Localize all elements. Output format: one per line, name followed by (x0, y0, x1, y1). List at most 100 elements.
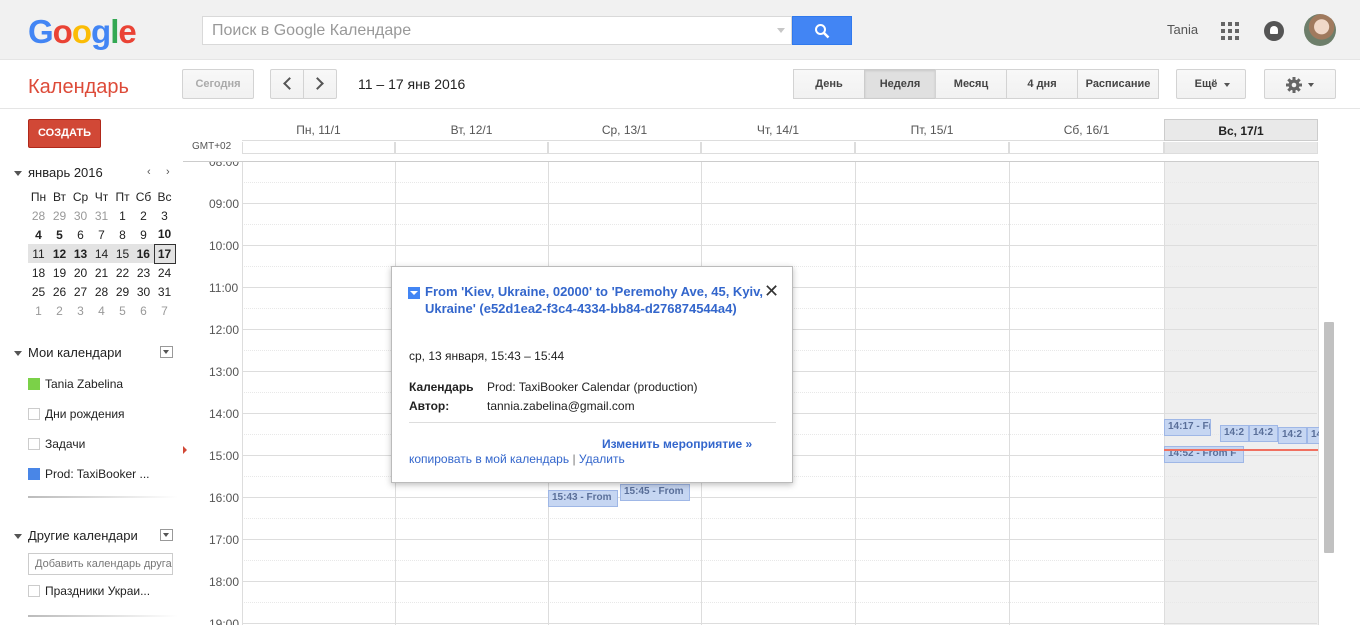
more-button[interactable]: Ещё (1176, 69, 1246, 99)
day-header[interactable]: Ср, 13/1 (548, 119, 701, 141)
mini-calendar-header[interactable]: январь 2016 (14, 165, 179, 180)
avatar[interactable] (1304, 14, 1336, 46)
mini-calendar-day[interactable]: 13 (70, 244, 91, 263)
calendar-color-swatch[interactable] (28, 468, 40, 480)
mini-calendar-day[interactable]: 11 (28, 244, 49, 263)
mini-calendar-day[interactable]: 30 (133, 282, 154, 301)
all-day-cell[interactable] (395, 142, 548, 154)
view-1-button[interactable]: Неделя (864, 69, 936, 99)
mini-calendar-day[interactable]: 6 (133, 301, 154, 320)
mini-calendar-day[interactable]: 9 (133, 225, 154, 244)
add-friend-calendar-input[interactable] (28, 553, 173, 575)
mini-calendar-day[interactable]: 8 (112, 225, 133, 244)
mini-next-month-icon[interactable]: › (166, 166, 170, 178)
other-calendars-header[interactable]: Другие календари (14, 528, 138, 543)
mini-calendar-day[interactable]: 24 (154, 263, 175, 282)
mini-calendar-day[interactable]: 7 (154, 301, 175, 320)
calendar-event[interactable]: 14:2 (1220, 425, 1249, 442)
mini-calendar-day[interactable]: 30 (70, 206, 91, 225)
mini-calendar-day[interactable]: 5 (49, 225, 70, 244)
all-day-cell[interactable] (548, 142, 701, 154)
mini-calendar-day[interactable]: 2 (133, 206, 154, 225)
mini-calendar-day[interactable]: 1 (28, 301, 49, 320)
mini-calendar-day[interactable]: 28 (28, 206, 49, 225)
calendar-item[interactable]: Tania Zabelina (28, 377, 178, 391)
event-title-link[interactable]: From 'Kiev, Ukraine, 02000' to 'Peremohy… (425, 284, 770, 317)
mini-calendar-day[interactable]: 31 (91, 206, 112, 225)
calendar-color-swatch[interactable] (28, 378, 40, 390)
create-event-button[interactable]: СОЗДАТЬ (28, 119, 101, 148)
next-week-button[interactable] (303, 69, 337, 99)
view-0-button[interactable]: День (793, 69, 865, 99)
all-day-cell[interactable] (855, 142, 1009, 154)
mini-calendar-day[interactable]: 2 (49, 301, 70, 320)
mini-calendar-day[interactable]: 14 (91, 244, 112, 263)
all-day-cell[interactable] (1009, 142, 1164, 154)
calendar-event[interactable]: 14:2 (1249, 425, 1278, 442)
mini-calendar-day[interactable]: 28 (91, 282, 112, 301)
other-calendars-menu-icon[interactable] (160, 529, 173, 541)
mini-calendar-day[interactable]: 12 (49, 244, 70, 263)
edit-event-link[interactable]: Изменить мероприятие » (602, 437, 752, 451)
mini-calendar-day[interactable]: 17 (153, 243, 176, 264)
mini-calendar-day[interactable]: 25 (28, 282, 49, 301)
today-button[interactable]: Сегодня (182, 69, 254, 99)
calendar-item[interactable]: Дни рождения (28, 407, 178, 421)
day-header[interactable]: Пн, 11/1 (242, 119, 395, 141)
google-logo[interactable]: Google (28, 13, 137, 51)
search-dropdown-icon[interactable] (777, 28, 785, 33)
mini-calendar-day[interactable]: 16 (133, 244, 154, 263)
my-calendars-header[interactable]: Мои календари (14, 345, 122, 360)
mini-calendar-day[interactable]: 15 (112, 244, 133, 263)
mini-calendar-day[interactable]: 3 (154, 206, 175, 225)
all-day-cell[interactable] (1164, 142, 1318, 154)
view-3-button[interactable]: 4 дня (1006, 69, 1078, 99)
mini-calendar-day[interactable]: 1 (112, 206, 133, 225)
calendar-color-swatch[interactable] (28, 438, 40, 450)
mini-calendar-day[interactable]: 27 (70, 282, 91, 301)
calendar-event[interactable]: 14:2 (1307, 427, 1319, 444)
mini-calendar-day[interactable]: 29 (112, 282, 133, 301)
delete-event-link[interactable]: Удалить (579, 452, 625, 466)
mini-prev-month-icon[interactable]: ‹ (147, 166, 151, 178)
mini-calendar-day[interactable]: 21 (91, 263, 112, 282)
settings-button[interactable] (1264, 69, 1336, 99)
calendar-color-swatch[interactable] (28, 585, 40, 597)
day-header[interactable]: Вт, 12/1 (395, 119, 548, 141)
event-menu-dropdown-icon[interactable] (408, 287, 420, 299)
calendar-color-swatch[interactable] (28, 408, 40, 420)
day-header[interactable]: Сб, 16/1 (1009, 119, 1164, 141)
apps-grid-icon[interactable] (1221, 22, 1239, 40)
mini-calendar-day[interactable]: 19 (49, 263, 70, 282)
search-input[interactable] (203, 17, 763, 44)
calendar-item[interactable]: Prod: TaxiBooker ... (28, 467, 178, 481)
my-calendars-menu-icon[interactable] (160, 346, 173, 358)
mini-calendar-day[interactable]: 4 (91, 301, 112, 320)
prev-week-button[interactable] (270, 69, 304, 99)
day-header[interactable]: Вс, 17/1 (1164, 119, 1318, 141)
mini-calendar-day[interactable]: 23 (133, 263, 154, 282)
mini-calendar-day[interactable]: 22 (112, 263, 133, 282)
view-2-button[interactable]: Месяц (935, 69, 1007, 99)
calendar-event[interactable]: 15:45 - From (620, 484, 690, 501)
all-day-cell[interactable] (701, 142, 855, 154)
calendar-item[interactable]: Задачи (28, 437, 178, 451)
calendar-item[interactable]: Праздники Украи... (28, 584, 178, 598)
mini-calendar-day[interactable]: 18 (28, 263, 49, 282)
mini-calendar-day[interactable]: 31 (154, 282, 175, 301)
mini-calendar-day[interactable]: 4 (28, 225, 49, 244)
day-header[interactable]: Чт, 14/1 (701, 119, 855, 141)
vertical-scrollbar[interactable] (1324, 322, 1334, 553)
mini-calendar-day[interactable]: 10 (154, 225, 175, 244)
view-4-button[interactable]: Расписание (1077, 69, 1159, 99)
user-name-link[interactable]: Tania (1167, 22, 1198, 37)
calendar-event[interactable]: 14:2 (1278, 427, 1307, 444)
notifications-bell-icon[interactable] (1264, 21, 1284, 41)
mini-calendar-day[interactable]: 5 (112, 301, 133, 320)
mini-calendar-day[interactable]: 26 (49, 282, 70, 301)
day-header[interactable]: Пт, 15/1 (855, 119, 1009, 141)
copy-to-my-calendar-link[interactable]: копировать в мой календарь (409, 452, 569, 466)
mini-calendar-day[interactable]: 6 (70, 225, 91, 244)
calendar-event[interactable]: 15:43 - From (548, 490, 618, 507)
mini-calendar-day[interactable]: 7 (91, 225, 112, 244)
